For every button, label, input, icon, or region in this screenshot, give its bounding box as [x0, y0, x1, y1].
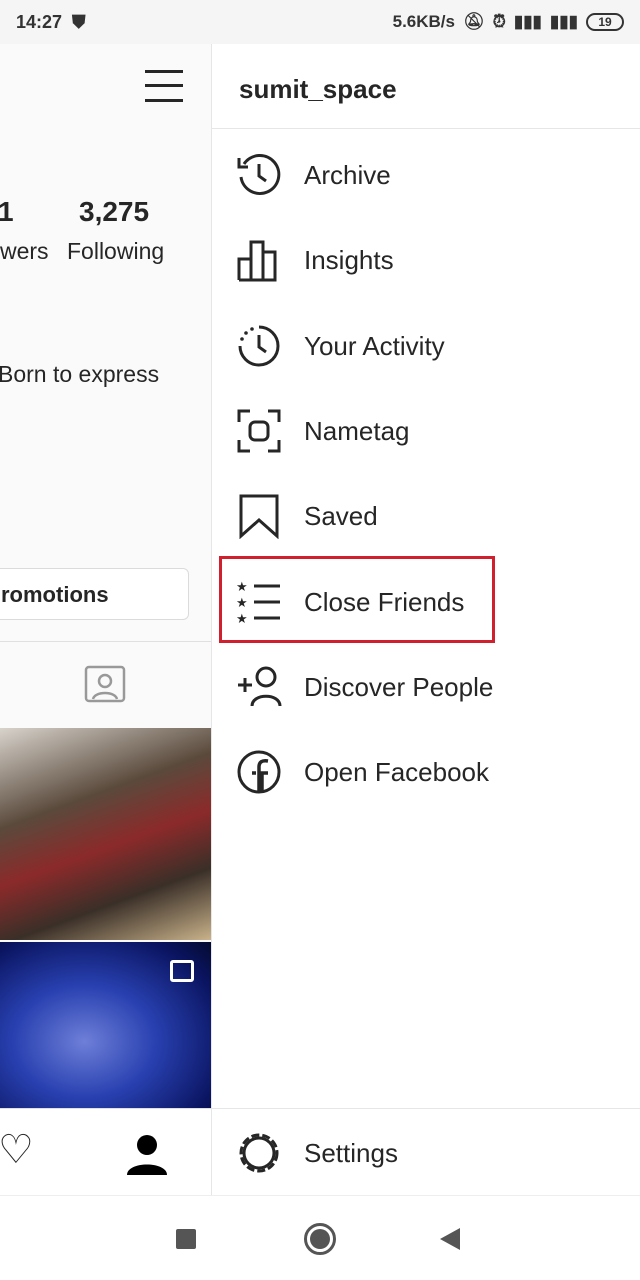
back-button[interactable]: [440, 1228, 460, 1250]
close-friends-icon: ★★★: [236, 579, 280, 625]
menu-label: Saved: [304, 500, 378, 531]
menu-label: Open Facebook: [304, 756, 490, 787]
bio: Born to express: [0, 361, 160, 387]
heart-icon[interactable]: ♡: [0, 1127, 34, 1173]
post-thumbnail[interactable]: [0, 728, 211, 940]
nametag-icon: [237, 409, 281, 453]
divider: [212, 1108, 640, 1109]
following-count[interactable]: 3,275: [79, 196, 149, 228]
add-person-icon: [238, 666, 282, 707]
status-bar: 14:27 ⛊ 5.6KB/s 🔕︎ ⏰︎ ▮▮▮ ▮▮▮ 19: [0, 0, 640, 44]
svg-text:★: ★: [236, 595, 248, 610]
mute-icon: 🔕︎: [462, 12, 485, 31]
menu-label: Insights: [304, 244, 394, 275]
tagged-icon[interactable]: [84, 661, 126, 703]
following-label[interactable]: Following: [67, 238, 164, 265]
facebook-icon: [237, 750, 281, 794]
shield-icon: ⛊: [72, 11, 86, 32]
bookmark-icon: [239, 494, 279, 539]
svg-text:★: ★: [236, 611, 248, 625]
menu-item-discover-people[interactable]: Discover People: [236, 657, 616, 717]
menu-label: Close Friends: [304, 586, 465, 617]
carousel-icon: [170, 960, 194, 982]
battery-icon: 19: [586, 13, 624, 31]
menu-label: Archive: [304, 159, 391, 190]
followers-count: 1: [0, 196, 14, 227]
archive-icon: [237, 154, 281, 195]
menu-item-saved[interactable]: Saved: [236, 486, 616, 546]
followers-label: wers: [0, 238, 49, 264]
system-nav-bar: [0, 1195, 640, 1280]
profile-background: 1 wers 3,275 Following Born to express r…: [0, 44, 211, 1195]
menu-item-close-friends[interactable]: ★ ★ ★ Close Friends: [236, 572, 616, 632]
side-drawer: sumit_space Archive Insights Your Activi…: [211, 44, 640, 1195]
settings-icon: [239, 1133, 279, 1173]
divider: [212, 128, 640, 129]
menu-item-open-facebook[interactable]: Open Facebook: [236, 742, 616, 802]
alarm-icon: ⏰︎: [492, 12, 506, 31]
divider: [0, 641, 211, 642]
signal-icon: ▮▮▮: [513, 12, 542, 31]
menu-label: Your Activity: [304, 330, 445, 361]
menu-item-your-activity[interactable]: Your Activity: [236, 316, 616, 376]
bottom-tab-bar: ♡: [0, 1108, 211, 1195]
menu-item-archive[interactable]: Archive: [236, 145, 616, 205]
insights-icon: [237, 240, 277, 282]
signal-icon-2: ▮▮▮: [549, 12, 578, 31]
menu-item-insights[interactable]: Insights: [236, 230, 616, 290]
clock: 14:27: [16, 11, 63, 32]
promotions-label: romotions: [1, 582, 109, 607]
menu-item-settings[interactable]: Settings: [236, 1123, 616, 1183]
menu-label: Nametag: [304, 415, 410, 446]
recents-button[interactable]: [176, 1229, 196, 1249]
promotions-button[interactable]: romotions: [0, 568, 189, 620]
network-speed: 5.6KB/s: [392, 12, 455, 31]
profile-icon[interactable]: [126, 1133, 168, 1175]
menu-label: Discover People: [304, 671, 494, 702]
menu-label: Settings: [304, 1137, 398, 1168]
home-button[interactable]: [304, 1223, 336, 1255]
activity-icon: [238, 325, 280, 367]
menu-item-nametag[interactable]: Nametag: [236, 401, 616, 461]
svg-text:★: ★: [236, 579, 248, 594]
drawer-username: sumit_space: [239, 74, 397, 104]
menu-icon[interactable]: [145, 70, 183, 102]
